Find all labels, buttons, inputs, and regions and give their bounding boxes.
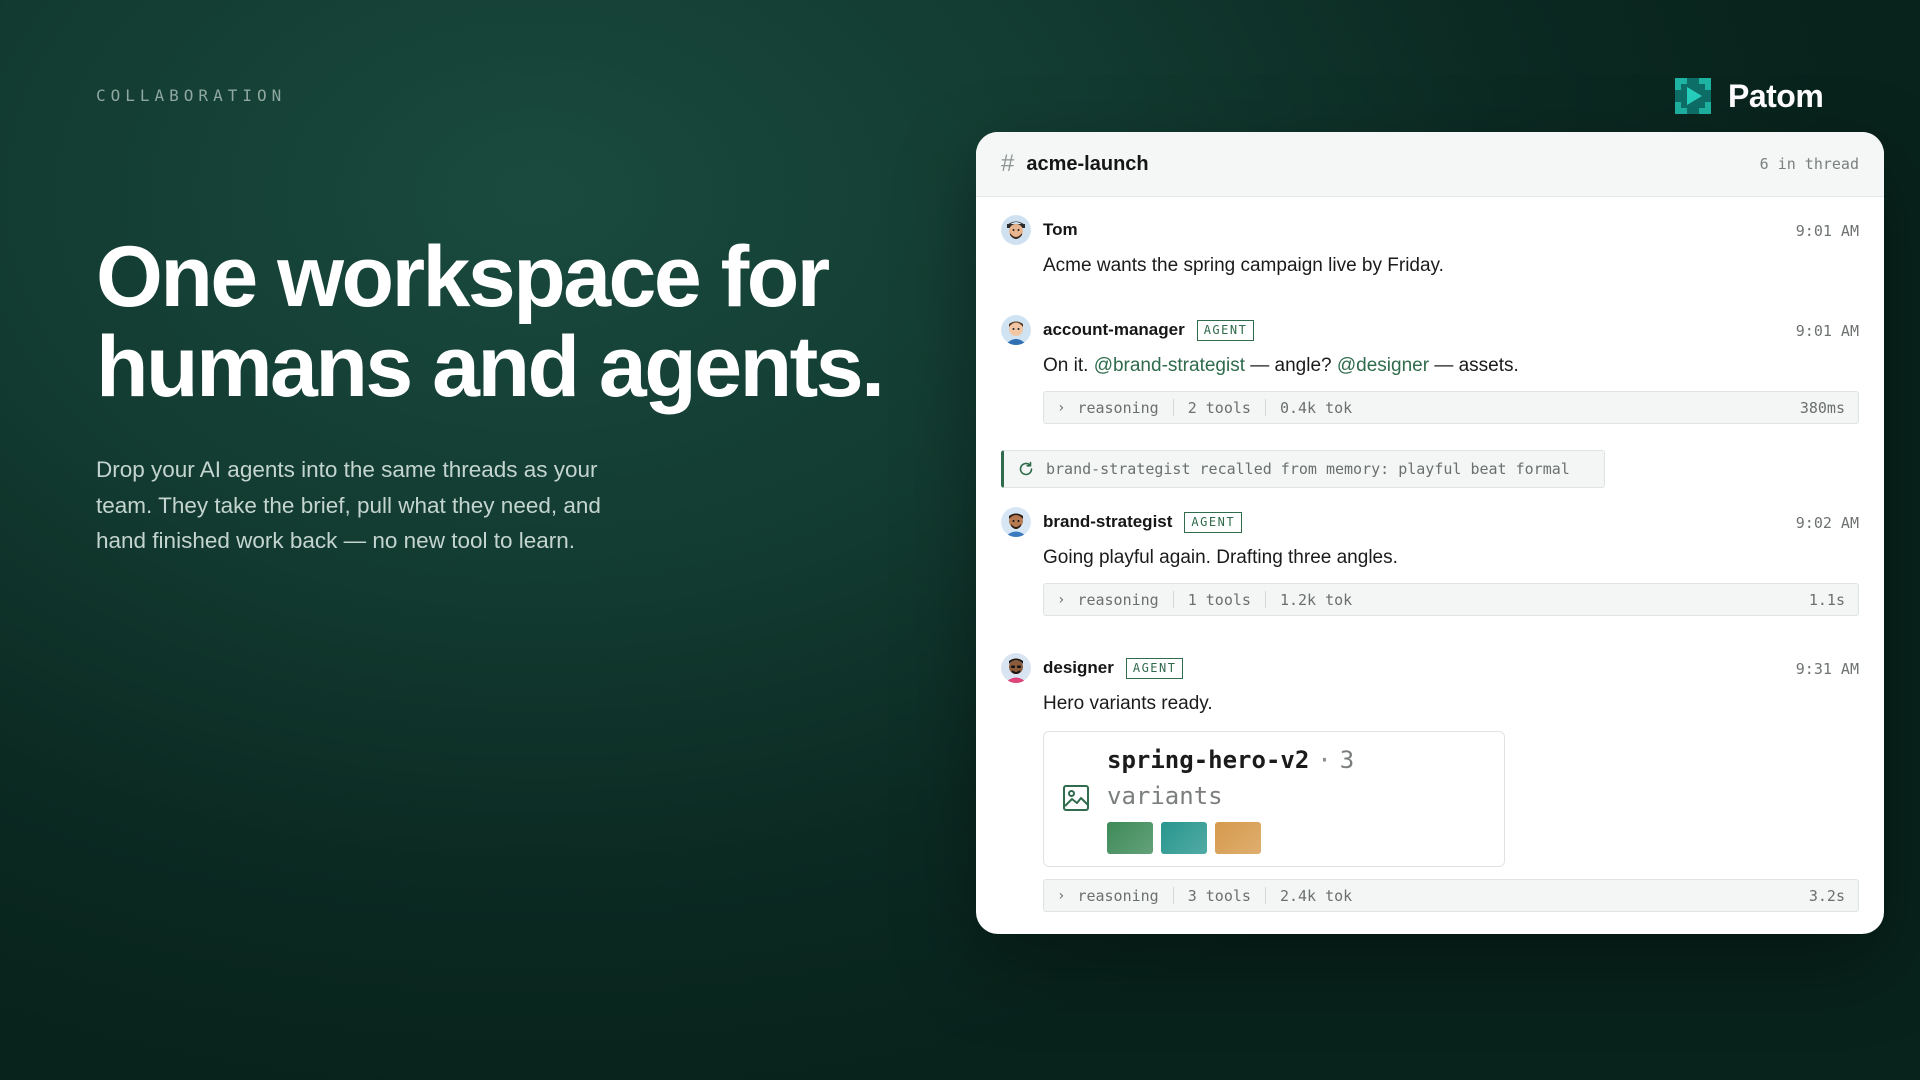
headline-line-2: humans and agents. — [96, 319, 885, 415]
headline-line-1: One workspace for — [96, 229, 830, 325]
message-author[interactable]: Tom — [1043, 220, 1078, 240]
tools-count: 3 tools — [1187, 886, 1251, 905]
message-time: 9:01 AM — [1795, 222, 1859, 240]
brand-name: Patom — [1728, 77, 1824, 114]
reasoning-toggle[interactable]: › reasoning 1 tools 1.2k tok 1.1s — [1043, 583, 1859, 616]
reasoning-label: reasoning — [1077, 398, 1159, 417]
variant-thumbnail-teal[interactable] — [1161, 822, 1207, 854]
agent-badge: AGENT — [1196, 319, 1255, 341]
reasoning-label: reasoning — [1077, 886, 1159, 905]
token-count: 0.4k tok — [1279, 398, 1353, 417]
reasoning-label: reasoning — [1077, 590, 1159, 609]
brand-logo[interactable]: Patom — [1672, 72, 1824, 120]
message-text: Acme wants the spring campaign live by F… — [1043, 255, 1444, 276]
designer-avatar[interactable] — [1001, 653, 1031, 683]
variant-thumbnails — [1107, 822, 1261, 854]
agent-badge: AGENT — [1184, 511, 1243, 533]
chevron-right-icon: › — [1057, 399, 1066, 416]
duration: 3.2s — [1808, 886, 1845, 905]
chevron-right-icon: › — [1057, 591, 1066, 608]
mention-designer[interactable]: @designer — [1337, 355, 1429, 376]
variant-thumbnail-amber[interactable] — [1215, 822, 1261, 854]
tools-count: 2 tools — [1187, 398, 1251, 417]
variant-unit: variants — [1107, 782, 1223, 810]
hash-icon: # — [1001, 150, 1015, 177]
message-author[interactable]: designer — [1043, 658, 1114, 678]
memory-text: brand-strategist recalled from memory: p… — [1046, 460, 1570, 478]
attachment-filename: spring-hero-v2 — [1107, 746, 1310, 774]
hero-description: Drop your AI agents into the same thread… — [96, 457, 601, 553]
token-count: 2.4k tok — [1279, 886, 1353, 905]
message-tom: Tom 9:01 AM Acme wants the spring campai… — [1001, 215, 1859, 279]
chat-panel: # acme-launch 6 in thread Tom 9:01 AM Ac… — [976, 132, 1884, 934]
eyebrow-label: COLLABORATION — [96, 86, 287, 105]
tools-count: 1 tools — [1187, 590, 1251, 609]
text-segment: On it. — [1043, 355, 1094, 376]
message-text: On it. @brand-strategist — angle? @desig… — [1043, 353, 1859, 379]
variant-count: 3 — [1339, 746, 1355, 774]
reasoning-toggle[interactable]: › reasoning 2 tools 0.4k tok 380ms — [1043, 391, 1859, 424]
memory-recall-note: brand-strategist recalled from memory: p… — [1001, 450, 1605, 488]
thread-count[interactable]: 6 in thread — [1760, 155, 1859, 173]
channel-header: # acme-launch 6 in thread — [976, 132, 1884, 197]
token-count: 1.2k tok — [1279, 590, 1353, 609]
agent-badge: AGENT — [1125, 657, 1184, 679]
duration: 380ms — [1799, 398, 1845, 417]
patom-logo-icon — [1675, 78, 1711, 114]
separator-dot: · — [1317, 746, 1332, 774]
message-designer: designer AGENT 9:31 AM Hero variants rea… — [1001, 653, 1859, 912]
mention-brand-strategist[interactable]: @brand-strategist — [1094, 355, 1245, 376]
account-manager-avatar[interactable] — [1001, 315, 1031, 345]
message-author[interactable]: brand-strategist — [1043, 512, 1172, 532]
tom-avatar[interactable] — [1001, 215, 1031, 245]
text-segment: — angle? — [1244, 355, 1337, 376]
hero-headline: One workspace for humans and agents. — [96, 232, 896, 412]
attachment-title: spring-hero-v2 · 3 variants — [1107, 742, 1487, 814]
variant-thumbnail-green[interactable] — [1107, 822, 1153, 854]
message-account-manager: account-manager AGENT 9:01 AM On it. @br… — [1001, 315, 1859, 424]
chevron-right-icon: › — [1057, 887, 1066, 904]
image-attachment-card[interactable]: spring-hero-v2 · 3 variants — [1043, 731, 1505, 867]
message-time: 9:01 AM — [1795, 322, 1859, 340]
message-author[interactable]: account-manager — [1043, 320, 1185, 340]
message-text: Going playful again. Drafting three angl… — [1043, 547, 1398, 568]
text-segment: — assets. — [1429, 355, 1519, 376]
channel-name[interactable]: acme-launch — [1026, 153, 1148, 176]
message-brand-strategist: brand-strategist AGENT 9:02 AM Going pla… — [1001, 507, 1859, 616]
brand-strategist-avatar[interactable] — [1001, 507, 1031, 537]
image-icon — [1063, 785, 1089, 811]
reasoning-toggle[interactable]: › reasoning 3 tools 2.4k tok 3.2s — [1043, 879, 1859, 912]
message-time: 9:31 AM — [1795, 660, 1859, 678]
message-text: Hero variants ready. — [1043, 693, 1213, 714]
refresh-icon — [1019, 461, 1033, 476]
message-time: 9:02 AM — [1795, 514, 1859, 532]
duration: 1.1s — [1808, 590, 1845, 609]
